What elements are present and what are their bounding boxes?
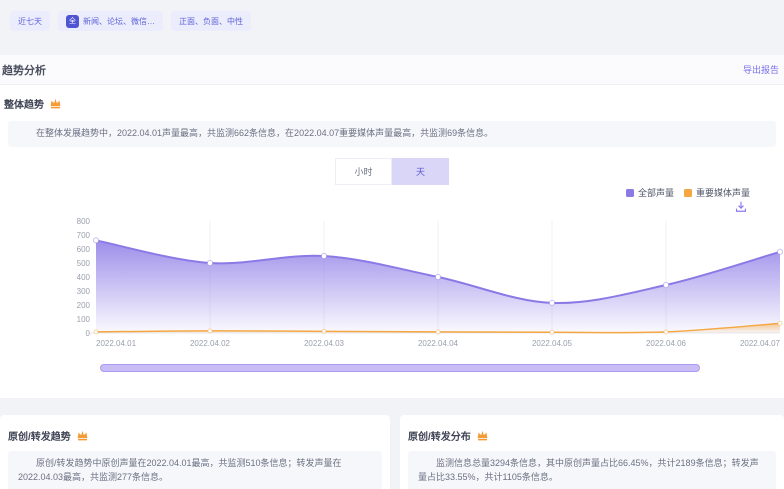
filter-chip-time-range[interactable]: 近七天 [10, 11, 50, 31]
legend-swatch [626, 189, 634, 197]
original-repost-trend-summary: 原创/转发趋势中原创声量在2022.04.01最高，共监测510条信息；转发声量… [8, 451, 382, 489]
filter-time-range-label: 近七天 [18, 16, 42, 27]
x-axis-tick: 2022.04.01 [96, 339, 137, 348]
filter-chip-sentiment[interactable]: 正面、负面、中性 [171, 11, 251, 31]
crown-icon [476, 429, 489, 442]
original-repost-distribution-card: 原创/转发分布 监测信息总量3294条信息，其中原创声量占比66.45%，共计2… [400, 415, 784, 489]
original-repost-distribution-summary: 监测信息总量3294条信息，其中原创声量占比66.45%，共计2189条信息；转… [408, 451, 776, 489]
original-repost-trend-title: 原创/转发趋势 [0, 415, 390, 443]
x-axis-tick: 2022.04.06 [646, 339, 687, 348]
original-repost-trend-label: 原创/转发趋势 [8, 428, 71, 443]
overall-trend-title: 整体趋势 [4, 96, 62, 111]
y-axis-tick: 800 [77, 217, 91, 226]
toggle-hour-button[interactable]: 小时 [335, 158, 392, 185]
x-axis-tick: 2022.04.02 [190, 339, 231, 348]
y-axis-tick: 400 [77, 273, 91, 282]
y-axis-tick: 100 [77, 315, 91, 324]
x-axis-tick: 2022.04.03 [304, 339, 345, 348]
legend-swatch [684, 189, 692, 197]
export-report-link[interactable]: 导出报告 [743, 63, 779, 76]
original-repost-distribution-label: 原创/转发分布 [408, 428, 471, 443]
x-axis-tick: 2022.04.04 [418, 339, 459, 348]
crown-icon [49, 97, 62, 110]
overall-trend-label: 整体趋势 [4, 96, 44, 111]
y-axis-tick: 200 [77, 301, 91, 310]
x-axis-tick: 2022.04.07 [740, 339, 781, 348]
chart-legend: 全部声量 重要媒体声量 [626, 186, 750, 199]
y-axis-tick: 500 [77, 259, 91, 268]
granularity-toggle: 小时 天 [335, 158, 449, 185]
legend-item-0[interactable]: 全部声量 [626, 186, 674, 199]
chart-datazoom-scrollbar[interactable] [100, 364, 700, 372]
legend-label: 全部声量 [638, 186, 674, 199]
sources-icon: 全 [66, 15, 79, 28]
panel-header: 趋势分析 导出报告 [0, 55, 784, 85]
filter-chip-sources[interactable]: 全 新闻、论坛、微信… [58, 11, 163, 31]
crown-icon [76, 429, 89, 442]
y-axis-tick: 300 [77, 287, 91, 296]
x-axis-tick: 2022.04.05 [532, 339, 573, 348]
filter-sources-label: 新闻、论坛、微信… [83, 16, 155, 27]
legend-label: 重要媒体声量 [696, 186, 750, 199]
legend-item-1[interactable]: 重要媒体声量 [684, 186, 750, 199]
original-repost-distribution-title: 原创/转发分布 [400, 415, 784, 443]
y-axis-tick: 0 [86, 329, 91, 338]
page-title: 趋势分析 [2, 62, 46, 78]
filter-bar: 近七天 全 新闻、论坛、微信… 正面、负面、中性 [10, 11, 251, 31]
overall-summary-text: 在整体发展趋势中，2022.04.01声量最高，共监测662条信息，在2022.… [8, 121, 776, 147]
trend-analysis-panel: 趋势分析 导出报告 整体趋势 在整体发展趋势中，2022.04.01声量最高，共… [0, 55, 784, 398]
y-axis-tick: 600 [77, 245, 91, 254]
original-repost-trend-card: 原创/转发趋势 原创/转发趋势中原创声量在2022.04.01最高，共监测510… [0, 415, 390, 489]
trend-chart[interactable]: 0 100 200 300 400 500 600 700 800 2022.04.01 2022.… [76, 206, 784, 351]
toggle-day-button[interactable]: 天 [392, 158, 449, 185]
y-axis-tick: 700 [77, 231, 91, 240]
filter-sentiment-label: 正面、负面、中性 [179, 16, 243, 27]
